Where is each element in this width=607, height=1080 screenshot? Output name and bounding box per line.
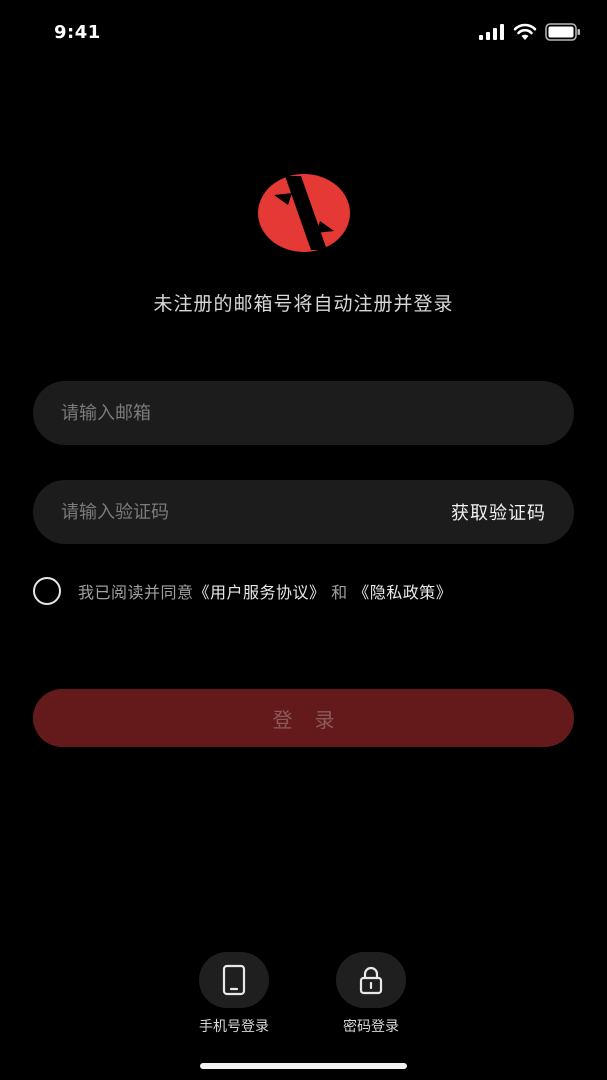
login-button[interactable]: 登录 <box>33 689 574 747</box>
get-code-button[interactable]: 获取验证码 <box>451 499 546 525</box>
code-input[interactable] <box>61 501 451 523</box>
email-field[interactable] <box>33 381 574 445</box>
phone-login-label: 手机号登录 <box>199 1019 269 1035</box>
password-login-label: 密码登录 <box>343 1019 399 1035</box>
wifi-icon <box>513 23 537 40</box>
app-logo <box>258 174 350 252</box>
privacy-link[interactable]: 《隐私政策》 <box>353 583 452 602</box>
register-notice: 未注册的邮箱号将自动注册并登录 <box>153 293 454 315</box>
phone-login-button[interactable]: 手机号登录 <box>189 952 279 1036</box>
agreement-text: 我已阅读并同意《用户服务协议》 和 《隐私政策》 <box>78 579 452 603</box>
password-login-circle[interactable] <box>336 952 406 1008</box>
password-login-button[interactable]: 密码登录 <box>326 952 416 1036</box>
lock-icon <box>359 966 383 995</box>
signal-icon <box>479 24 504 40</box>
agreement-row: 我已阅读并同意《用户服务协议》 和 《隐私政策》 <box>33 576 452 606</box>
home-indicator <box>200 1063 407 1069</box>
phone-icon <box>222 964 246 996</box>
terms-link[interactable]: 《用户服务协议》 <box>194 583 326 602</box>
agreement-prefix: 我已阅读并同意 <box>78 583 194 602</box>
status-bar: 9:41 <box>0 0 607 64</box>
battery-icon <box>545 23 580 41</box>
email-input[interactable] <box>61 402 546 424</box>
agree-checkbox[interactable] <box>33 577 61 605</box>
status-time: 9:41 <box>54 22 101 43</box>
code-field[interactable]: 获取验证码 <box>33 480 574 544</box>
status-icons <box>479 22 581 42</box>
agreement-conjunction: 和 <box>331 583 348 602</box>
phone-login-circle[interactable] <box>199 952 269 1008</box>
